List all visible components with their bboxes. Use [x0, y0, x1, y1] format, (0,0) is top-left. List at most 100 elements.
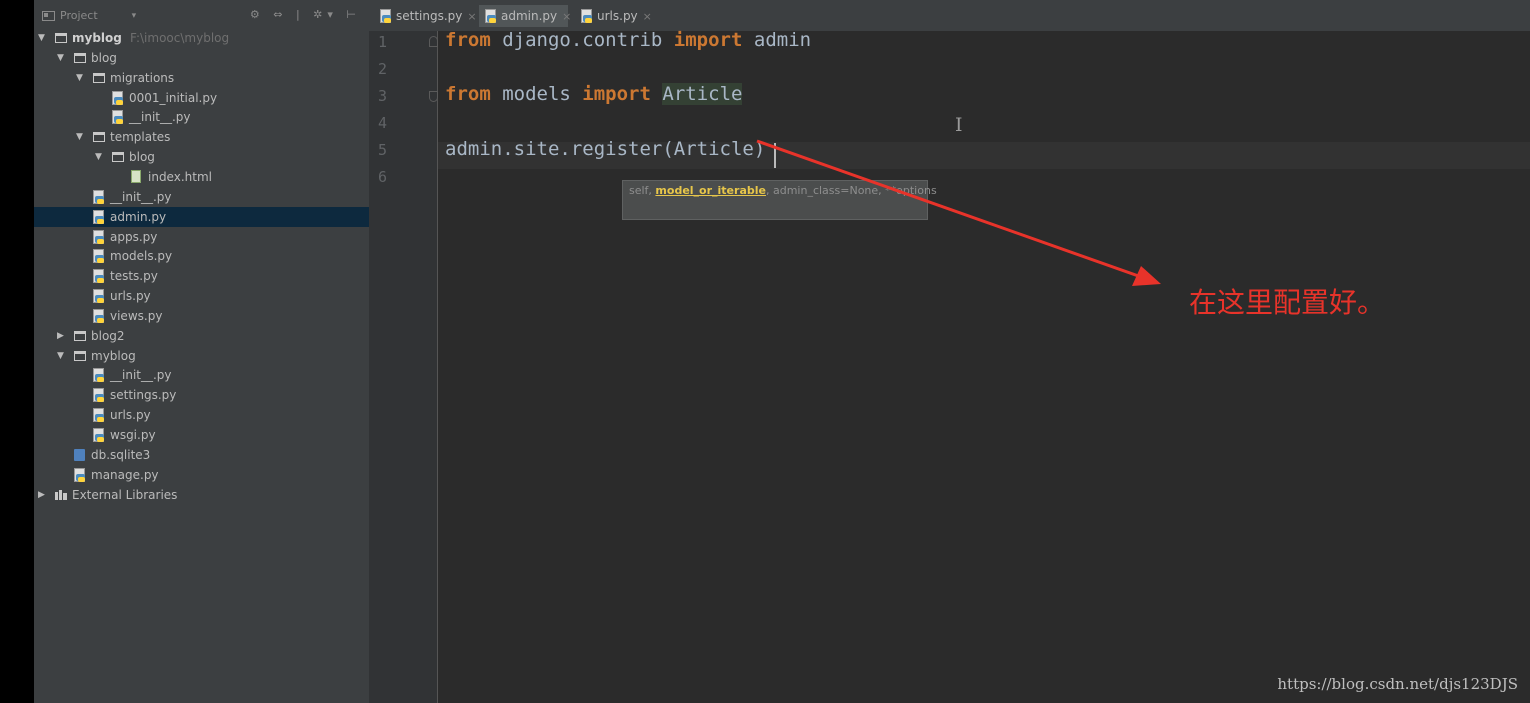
chevron-down-icon[interactable]: ▾ — [132, 11, 137, 21]
tree-item-db-sqlite3[interactable]: db.sqlite3 — [34, 445, 369, 465]
code-line-1[interactable]: from django.contrib import admin — [445, 29, 811, 51]
chevron-down-icon[interactable]: ▼ — [76, 127, 86, 147]
tree-item-models-py[interactable]: models.py — [34, 246, 369, 266]
tree-item-init-py[interactable]: __init__.py — [34, 365, 369, 385]
mouse-ibeam-cursor-icon: I — [955, 114, 963, 136]
python-file-icon — [380, 9, 391, 23]
python-file-icon — [112, 107, 126, 127]
folder-icon — [93, 68, 107, 88]
tree-item-label: db.sqlite3 — [91, 447, 151, 462]
keyword: from — [445, 83, 491, 105]
tree-item-label: templates — [110, 130, 171, 145]
line-number: 2 — [377, 60, 387, 78]
tree-item-myblog[interactable]: ▼ myblog — [34, 346, 369, 366]
tree-item-urls-py[interactable]: urls.py — [34, 286, 369, 306]
editor-tab-bar: settings.py × admin.py × urls.py × — [369, 0, 1530, 32]
tooltip-current-param: model_or_iterable — [655, 184, 766, 197]
tab-urls[interactable]: urls.py × — [575, 5, 659, 27]
call-argument: Article — [673, 138, 754, 160]
tree-item-manage-py[interactable]: manage.py — [34, 465, 369, 485]
html-file-icon — [131, 167, 145, 187]
tree-item-label: blog2 — [91, 328, 125, 343]
tree-item-blog[interactable]: ▼ blog — [34, 147, 369, 167]
tree-item-apps-py[interactable]: apps.py — [34, 227, 369, 247]
tree-item-myblog[interactable]: ▼ myblog F:\imooc\myblog — [34, 28, 369, 48]
tree-item-label: blog — [91, 50, 117, 65]
project-panel-header: Project ▾ ⚙ ⇔ | ✲▾ ⊢ — [34, 0, 369, 31]
tree-item-label: admin.py — [110, 209, 167, 224]
python-file-icon — [93, 385, 107, 405]
folder-icon — [112, 147, 126, 167]
python-file-icon — [93, 425, 107, 445]
python-file-icon — [93, 405, 107, 425]
tooltip-param: self, — [629, 184, 656, 197]
tree-item-settings-py[interactable]: settings.py — [34, 385, 369, 405]
chevron-right-icon[interactable]: ▶ — [57, 326, 67, 346]
panel-tools-icons[interactable]: ⚙ ⇔ | ✲▾ ⊢ — [250, 8, 361, 21]
tree-item-label: tests.py — [110, 269, 158, 284]
project-panel-title[interactable]: Project — [60, 9, 98, 22]
tree-item-blog[interactable]: ▼ blog — [34, 48, 369, 68]
tree-item-0001-initial-py[interactable]: 0001_initial.py — [34, 88, 369, 108]
python-file-icon — [93, 246, 107, 266]
tree-item-label: settings.py — [110, 388, 177, 403]
tree-item-admin-py[interactable]: admin.py — [34, 206, 369, 227]
tab-admin[interactable]: admin.py × — [479, 5, 571, 27]
project-view-icon — [42, 10, 55, 21]
tree-item-label: blog — [129, 150, 155, 165]
keyword: import — [582, 83, 651, 105]
line-number: 3 — [377, 87, 387, 105]
project-panel: Project ▾ ⚙ ⇔ | ✲▾ ⊢ ▼ myblog F:\imooc\myb… — [34, 0, 369, 703]
tree-item-external-libraries[interactable]: ▶ External Libraries — [34, 485, 369, 505]
tab-label: settings.py — [396, 9, 463, 23]
tree-item-label: manage.py — [91, 467, 159, 482]
tree-item-label: 0001_initial.py — [129, 90, 218, 105]
tree-item-index-html[interactable]: index.html — [34, 167, 369, 187]
fold-marker-icon[interactable] — [429, 36, 438, 47]
tree-item-blog2[interactable]: ▶ blog2 — [34, 326, 369, 346]
import-name: admin — [742, 29, 812, 51]
chevron-down-icon[interactable]: ▼ — [76, 68, 86, 88]
line-number: 5 — [377, 141, 387, 159]
keyword: import — [673, 29, 743, 51]
tree-item-init-py[interactable]: __init__.py — [34, 187, 369, 207]
line-number: 6 — [377, 168, 387, 186]
text-caret — [774, 143, 776, 168]
database-icon — [74, 445, 88, 465]
import-name: Article — [662, 83, 743, 105]
line-number: 4 — [377, 114, 387, 132]
tree-item-tests-py[interactable]: tests.py — [34, 266, 369, 286]
close-icon[interactable]: × — [467, 10, 476, 23]
folder-icon — [74, 48, 88, 68]
chevron-down-icon[interactable]: ▼ — [57, 346, 67, 366]
python-file-icon — [74, 465, 88, 485]
python-file-icon — [93, 286, 107, 306]
python-file-icon — [93, 227, 107, 247]
close-icon[interactable]: × — [562, 10, 571, 23]
chevron-down-icon[interactable]: ▼ — [95, 147, 105, 167]
tree-item-init-py[interactable]: __init__.py — [34, 107, 369, 127]
tree-item-label: wsgi.py — [110, 428, 156, 442]
tab-settings[interactable]: settings.py × — [374, 5, 479, 27]
tree-item-migrations[interactable]: ▼ migrations — [34, 68, 369, 88]
chevron-down-icon[interactable]: ▼ — [57, 48, 67, 68]
tree-item-label: __init__.py — [129, 110, 191, 125]
tree-item-urls-py[interactable]: urls.py — [34, 405, 369, 425]
code-line-3[interactable]: from models import Article — [445, 83, 743, 105]
chevron-right-icon[interactable]: ▶ — [38, 485, 48, 505]
close-icon[interactable]: × — [643, 10, 652, 23]
tree-item-wsgi-py[interactable]: wsgi.py — [34, 425, 369, 445]
call-expression: admin.site.register( — [445, 138, 674, 160]
python-file-icon — [93, 187, 107, 207]
left-black-margin — [0, 0, 34, 703]
python-file-icon — [93, 306, 107, 326]
tree-item-label: __init__.py — [110, 368, 172, 383]
tree-item-templates[interactable]: ▼ templates — [34, 127, 369, 147]
annotation-arrow — [756, 139, 1161, 286]
folder-icon — [55, 28, 69, 48]
fold-marker-icon[interactable] — [429, 91, 438, 102]
tree-item-views-py[interactable]: views.py — [34, 306, 369, 326]
chevron-down-icon[interactable]: ▼ — [38, 28, 48, 48]
tree-item-label: urls.py — [110, 408, 151, 423]
code-line-5[interactable]: admin.site.register(Article) — [445, 138, 765, 160]
